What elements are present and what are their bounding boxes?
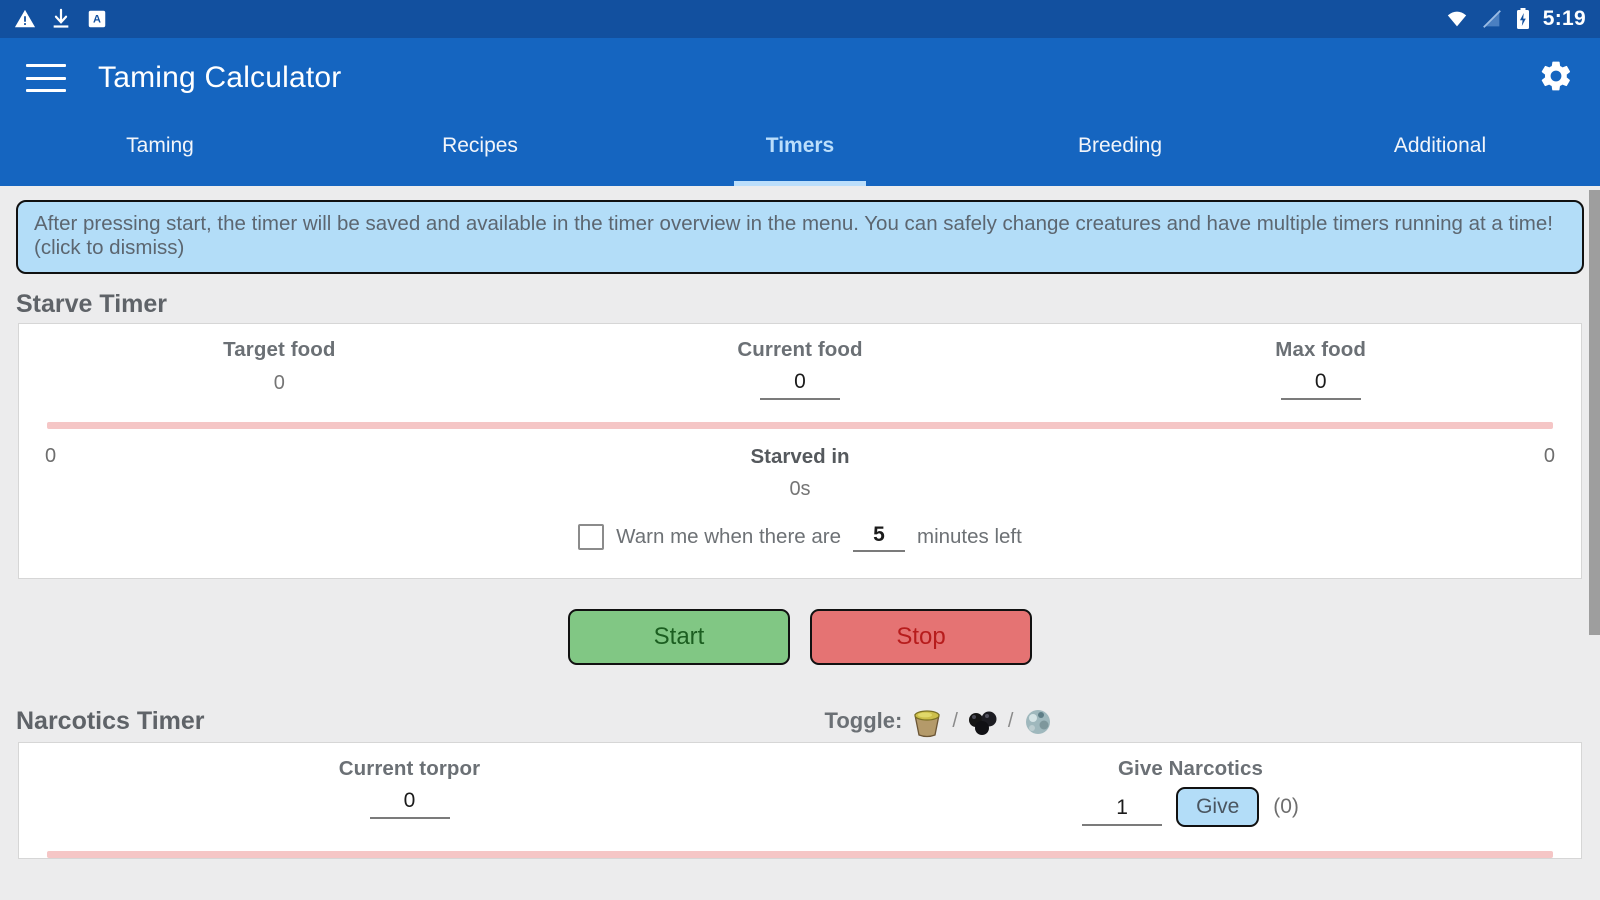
signal-off-icon bbox=[1481, 8, 1503, 30]
narcoberry-icon[interactable] bbox=[965, 705, 1001, 738]
status-bar-right-icons: 5:19 bbox=[1445, 7, 1586, 31]
info-banner[interactable]: After pressing start, the timer will be … bbox=[16, 200, 1584, 274]
give-narcotics-count: (0) bbox=[1273, 795, 1299, 819]
status-bar: A 5:19 bbox=[0, 0, 1600, 38]
battery-charging-icon bbox=[1515, 7, 1531, 31]
target-food-field: Target food 0 bbox=[19, 338, 540, 400]
narcotics-fields: Current torpor 0 Give Narcotics 1 Give (… bbox=[19, 743, 1581, 827]
app-a-icon: A bbox=[86, 8, 108, 30]
toggle-separator: / bbox=[952, 710, 958, 733]
warn-suffix-label: minutes left bbox=[917, 525, 1022, 549]
hamburger-menu-icon[interactable] bbox=[26, 64, 66, 92]
warning-triangle-icon bbox=[14, 8, 36, 30]
current-food-field: Current food 0 bbox=[540, 338, 1061, 400]
download-icon bbox=[50, 8, 72, 30]
tab-recipes[interactable]: Recipes bbox=[320, 118, 640, 186]
tab-label: Taming bbox=[126, 134, 194, 158]
narcotics-timer-card: Current torpor 0 Give Narcotics 1 Give (… bbox=[18, 742, 1582, 859]
starve-timer-card: Target food 0 Current food 0 Max food 0 … bbox=[18, 323, 1582, 579]
page-title: Taming Calculator bbox=[98, 61, 342, 95]
give-narcotics-controls: 1 Give (0) bbox=[800, 787, 1581, 827]
max-food-input[interactable]: 0 bbox=[1281, 370, 1361, 400]
toggle-items-group: Toggle: / / bbox=[825, 705, 1057, 738]
narcotics-timer-heading: Narcotics Timer bbox=[16, 707, 205, 736]
starve-food-fields: Target food 0 Current food 0 Max food 0 bbox=[19, 324, 1581, 400]
give-button[interactable]: Give bbox=[1176, 787, 1259, 827]
starve-timer-heading: Starve Timer bbox=[16, 290, 1600, 319]
tab-label: Recipes bbox=[442, 134, 518, 158]
give-narcotics-label: Give Narcotics bbox=[800, 757, 1581, 781]
tab-breeding[interactable]: Breeding bbox=[960, 118, 1280, 186]
tab-label: Timers bbox=[766, 134, 835, 158]
give-narcotics-field: Give Narcotics 1 Give (0) bbox=[800, 757, 1581, 827]
stop-button[interactable]: Stop bbox=[810, 609, 1032, 665]
svg-text:A: A bbox=[93, 14, 101, 26]
max-food-label: Max food bbox=[1060, 338, 1581, 362]
narcotics-progress-bar bbox=[47, 851, 1553, 858]
current-torpor-label: Current torpor bbox=[19, 757, 800, 781]
give-narcotics-amount-input[interactable]: 1 bbox=[1082, 796, 1162, 826]
starved-in-block: Starved in 0s bbox=[105, 445, 1495, 501]
starve-range-row: 0 Starved in 0s 0 bbox=[19, 429, 1581, 501]
app-bar: Taming Calculator bbox=[0, 38, 1600, 118]
narcotics-timer-header: Narcotics Timer Toggle: / / bbox=[0, 705, 1600, 738]
warn-prefix-label: Warn me when there are bbox=[616, 525, 841, 549]
status-bar-clock: 5:19 bbox=[1543, 7, 1586, 31]
tab-additional[interactable]: Additional bbox=[1280, 118, 1600, 186]
wifi-icon bbox=[1445, 8, 1469, 30]
content-scroll-area: After pressing start, the timer will be … bbox=[0, 186, 1600, 900]
warn-minutes-input[interactable]: 5 bbox=[853, 523, 905, 552]
current-torpor-input[interactable]: 0 bbox=[370, 789, 450, 819]
starved-in-value: 0s bbox=[105, 478, 1495, 501]
current-torpor-field: Current torpor 0 bbox=[19, 757, 800, 827]
status-bar-left-icons: A bbox=[14, 8, 108, 30]
scrollbar[interactable] bbox=[1589, 186, 1600, 900]
target-food-value: 0 bbox=[19, 372, 540, 395]
target-food-label: Target food bbox=[19, 338, 540, 362]
starve-range-max: 0 bbox=[1495, 445, 1555, 468]
warn-checkbox[interactable] bbox=[578, 524, 604, 550]
starve-range-min: 0 bbox=[45, 445, 105, 468]
scrollbar-thumb[interactable] bbox=[1589, 190, 1600, 635]
tab-taming[interactable]: Taming bbox=[0, 118, 320, 186]
bio-toxin-icon[interactable] bbox=[1020, 705, 1056, 738]
starve-timer-buttons: Start Stop bbox=[0, 609, 1600, 665]
warn-row: Warn me when there are 5 minutes left bbox=[19, 523, 1581, 578]
current-food-input[interactable]: 0 bbox=[760, 370, 840, 400]
max-food-field: Max food 0 bbox=[1060, 338, 1581, 400]
tab-timers[interactable]: Timers bbox=[640, 118, 960, 186]
narcotic-icon[interactable] bbox=[909, 705, 945, 738]
starve-progress-bar bbox=[47, 422, 1553, 429]
gear-icon[interactable] bbox=[1538, 58, 1574, 99]
toggle-separator: / bbox=[1008, 710, 1014, 733]
starved-in-label: Starved in bbox=[105, 445, 1495, 469]
tab-label: Additional bbox=[1394, 134, 1486, 158]
current-food-label: Current food bbox=[540, 338, 1061, 362]
tab-label: Breeding bbox=[1078, 134, 1162, 158]
start-button[interactable]: Start bbox=[568, 609, 790, 665]
tab-bar: Taming Recipes Timers Breeding Additiona… bbox=[0, 118, 1600, 186]
toggle-label: Toggle: bbox=[825, 708, 903, 734]
